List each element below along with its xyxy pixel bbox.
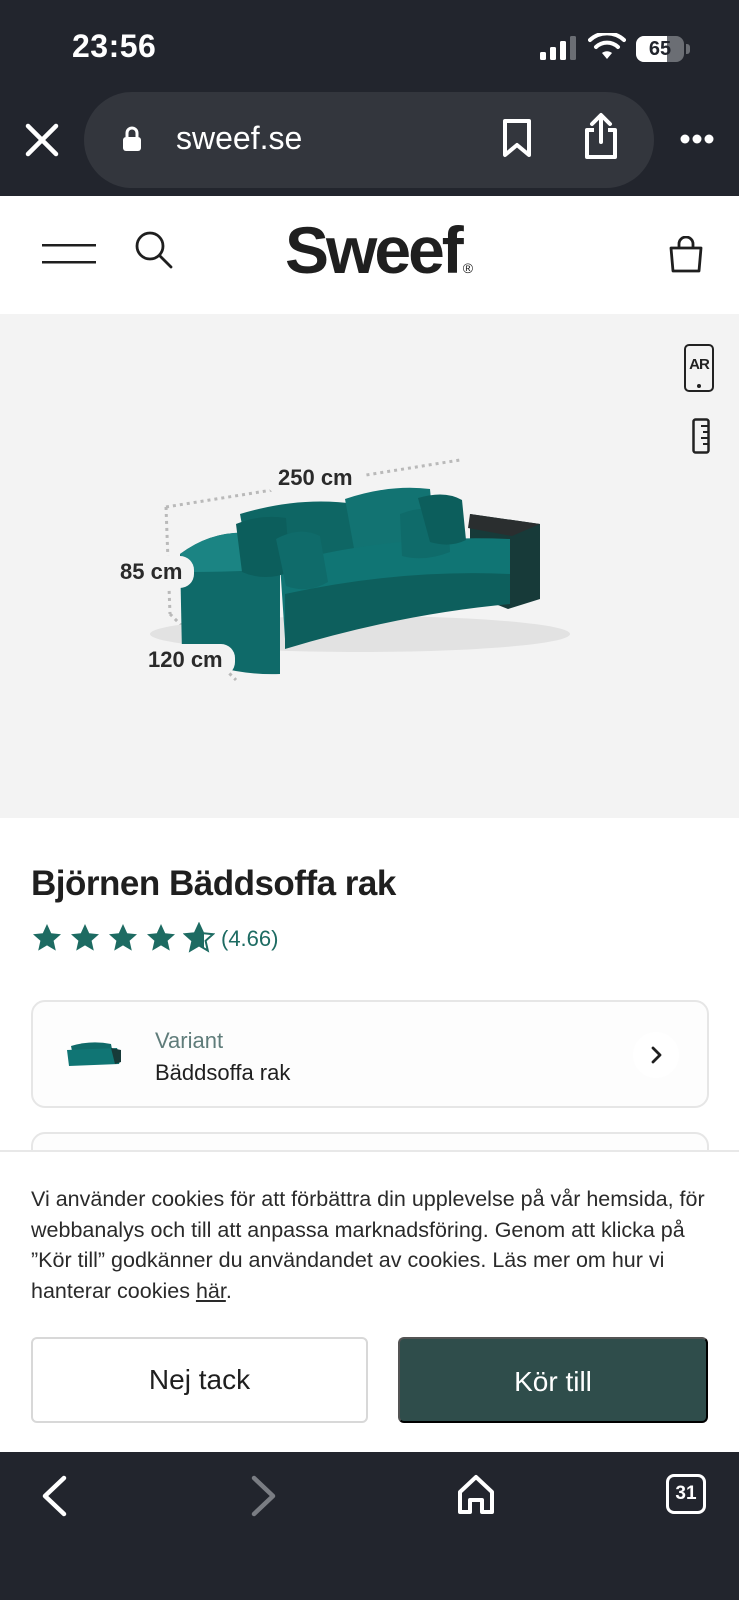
address-bar[interactable]: sweef.se	[84, 92, 654, 188]
logo-registered-mark: ®	[462, 260, 474, 276]
close-icon[interactable]	[24, 122, 60, 158]
battery-level: 65	[648, 38, 672, 60]
cookie-text-end: .	[225, 1278, 232, 1303]
search-icon[interactable]	[134, 230, 174, 270]
ruler-icon[interactable]	[692, 418, 710, 454]
variant-thumbnail	[67, 1042, 121, 1066]
width-dimension-label: 250 cm	[266, 462, 365, 494]
cookie-banner: Vi använder cookies för att förbättra di…	[0, 1150, 739, 1452]
share-icon[interactable]	[582, 112, 620, 160]
decline-cookies-button[interactable]: Nej tack	[31, 1337, 368, 1423]
star-icon	[147, 924, 175, 951]
star-icon	[33, 924, 61, 951]
home-icon[interactable]	[456, 1472, 496, 1516]
star-icon	[109, 924, 137, 951]
sweef-logo[interactable]: Sweef ®	[285, 212, 473, 288]
url-text[interactable]: sweef.se	[176, 120, 302, 157]
cart-icon[interactable]	[668, 236, 704, 274]
signal-icon	[540, 36, 576, 60]
site-header: Sweef ®	[0, 196, 739, 314]
lock-icon	[123, 126, 141, 151]
accept-cookies-button[interactable]: Kör till	[398, 1337, 708, 1423]
product-image[interactable]: AR 250 cm 85 cm 120 cm	[0, 314, 739, 818]
cookie-message: Vi använder cookies för att förbättra di…	[31, 1187, 705, 1303]
back-icon[interactable]	[40, 1474, 68, 1518]
ar-label: AR	[689, 356, 710, 373]
star-icon	[71, 924, 99, 951]
ar-view-icon[interactable]: AR	[684, 344, 714, 392]
forward-icon[interactable]	[250, 1474, 278, 1518]
product-title: Björnen Bäddsoffa rak	[31, 864, 396, 903]
tabs-icon[interactable]: 31	[666, 1474, 706, 1514]
battery-icon: 65	[636, 36, 690, 62]
status-time: 23:56	[72, 28, 157, 64]
cookie-text: Vi använder cookies för att förbättra di…	[31, 1184, 711, 1306]
cookie-policy-link[interactable]: här	[196, 1279, 226, 1303]
partial-star-icon	[183, 922, 215, 953]
bookmark-icon[interactable]	[502, 118, 532, 158]
variant-label: Variant	[155, 1028, 224, 1053]
wifi-icon	[588, 33, 626, 59]
more-icon[interactable]	[680, 134, 714, 144]
rating-value: (4.66)	[221, 926, 279, 951]
status-bar: 23:56 65	[0, 0, 739, 92]
variant-value: Bäddsoffa rak	[155, 1060, 291, 1085]
chevron-right-icon[interactable]	[633, 1032, 679, 1078]
browser-toolbar: sweef.se	[0, 92, 739, 196]
height-dimension-label: 85 cm	[108, 556, 195, 588]
menu-icon[interactable]	[42, 244, 96, 264]
variant-selector[interactable]: Variant Bäddsoffa rak	[31, 1000, 709, 1108]
logo-text: Sweef	[285, 213, 464, 287]
browser-bottom-toolbar: 31	[0, 1452, 739, 1600]
depth-dimension-label: 120 cm	[136, 644, 235, 676]
